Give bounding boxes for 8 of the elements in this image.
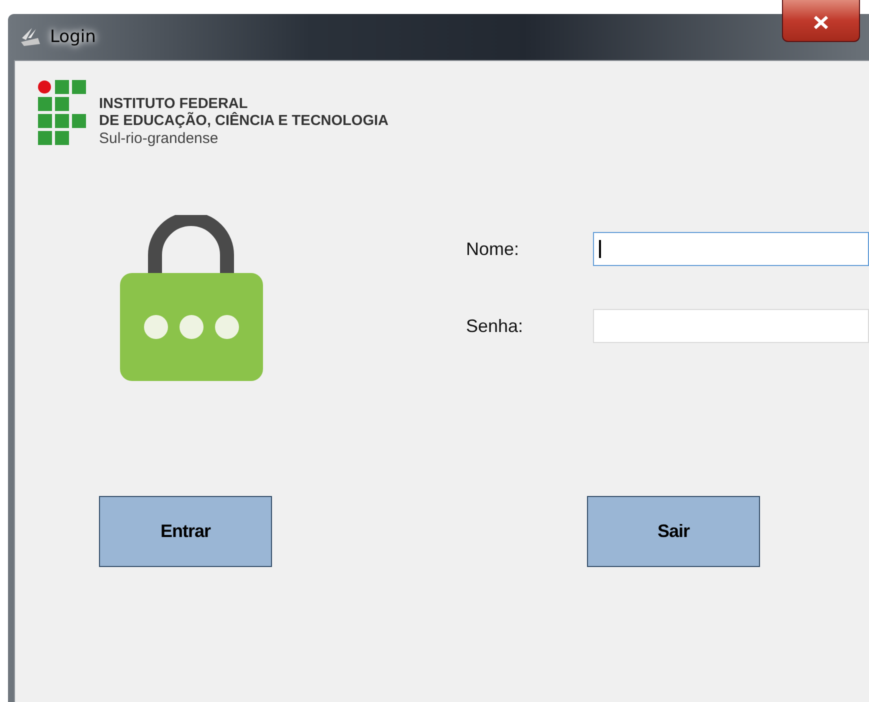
institution-name: INSTITUTO FEDERAL xyxy=(99,96,249,112)
institution-name: DE EDUCAÇÃO, CIÊNCIA E TECNOLOGIA xyxy=(99,113,388,130)
institution-subtitle: Sul-rio-grandense xyxy=(99,130,220,147)
window-title: Login xyxy=(50,27,96,47)
field-label: Nome: xyxy=(466,238,520,260)
action-button[interactable]: Sair xyxy=(587,496,760,567)
field-label: Senha: xyxy=(466,316,524,336)
action-button[interactable]: Entrar xyxy=(99,496,272,567)
